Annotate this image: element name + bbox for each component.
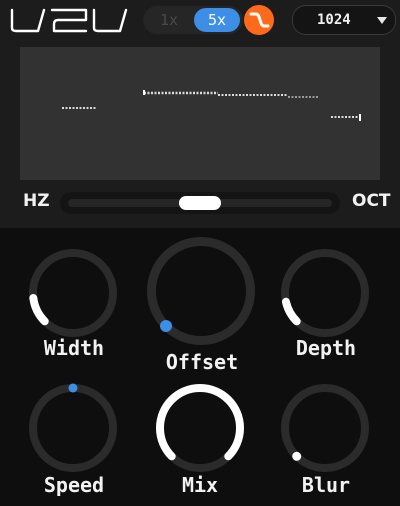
speed-knob-track — [29, 384, 117, 472]
offset-knob-indicator — [159, 320, 172, 333]
chevron-down-icon — [377, 17, 387, 24]
oct-label: OCT — [352, 191, 391, 211]
range-slider-thumb[interactable] — [179, 196, 221, 210]
logo — [10, 8, 128, 33]
fft-size-value: 1024 — [317, 12, 351, 28]
hz-label: HZ — [23, 191, 50, 211]
filter-curve-icon — [249, 12, 270, 28]
width-knob[interactable] — [28, 248, 118, 338]
offset-knob[interactable] — [146, 236, 256, 346]
offset-label: Offset — [165, 350, 239, 374]
mix-knob-value-arc — [156, 384, 244, 461]
width-label: Width — [43, 336, 105, 360]
fft-size-dropdown[interactable]: 1024 — [292, 5, 396, 35]
speed-label: Speed — [43, 473, 105, 497]
top-panel: 1x 5x 1024 HZ OCT — [0, 0, 400, 228]
filter-button[interactable] — [244, 5, 274, 35]
blur-label: Blur — [301, 473, 351, 497]
depth-knob-value-arc — [281, 297, 301, 326]
depth-label: Depth — [295, 336, 357, 360]
depth-knob[interactable] — [280, 248, 370, 338]
range-slider-track[interactable] — [60, 192, 340, 214]
width-knob-value-arc — [29, 294, 49, 326]
spectrum-trace — [62, 90, 361, 121]
oversample-5x-button[interactable]: 5x — [194, 8, 240, 32]
blur-knob-indicator — [292, 451, 302, 461]
oversample-toggle[interactable]: 1x 5x — [143, 6, 243, 34]
range-slider-row: HZ OCT — [0, 185, 400, 221]
spectrum-display — [20, 47, 380, 180]
speed-knob-indicator — [68, 383, 78, 393]
mix-knob[interactable] — [155, 383, 245, 473]
header: 1x 5x 1024 — [0, 0, 400, 40]
speed-knob[interactable] — [28, 383, 118, 473]
mix-label: Mix — [181, 473, 219, 497]
blur-knob[interactable] — [280, 383, 370, 473]
oversample-1x-button[interactable]: 1x — [146, 8, 192, 32]
